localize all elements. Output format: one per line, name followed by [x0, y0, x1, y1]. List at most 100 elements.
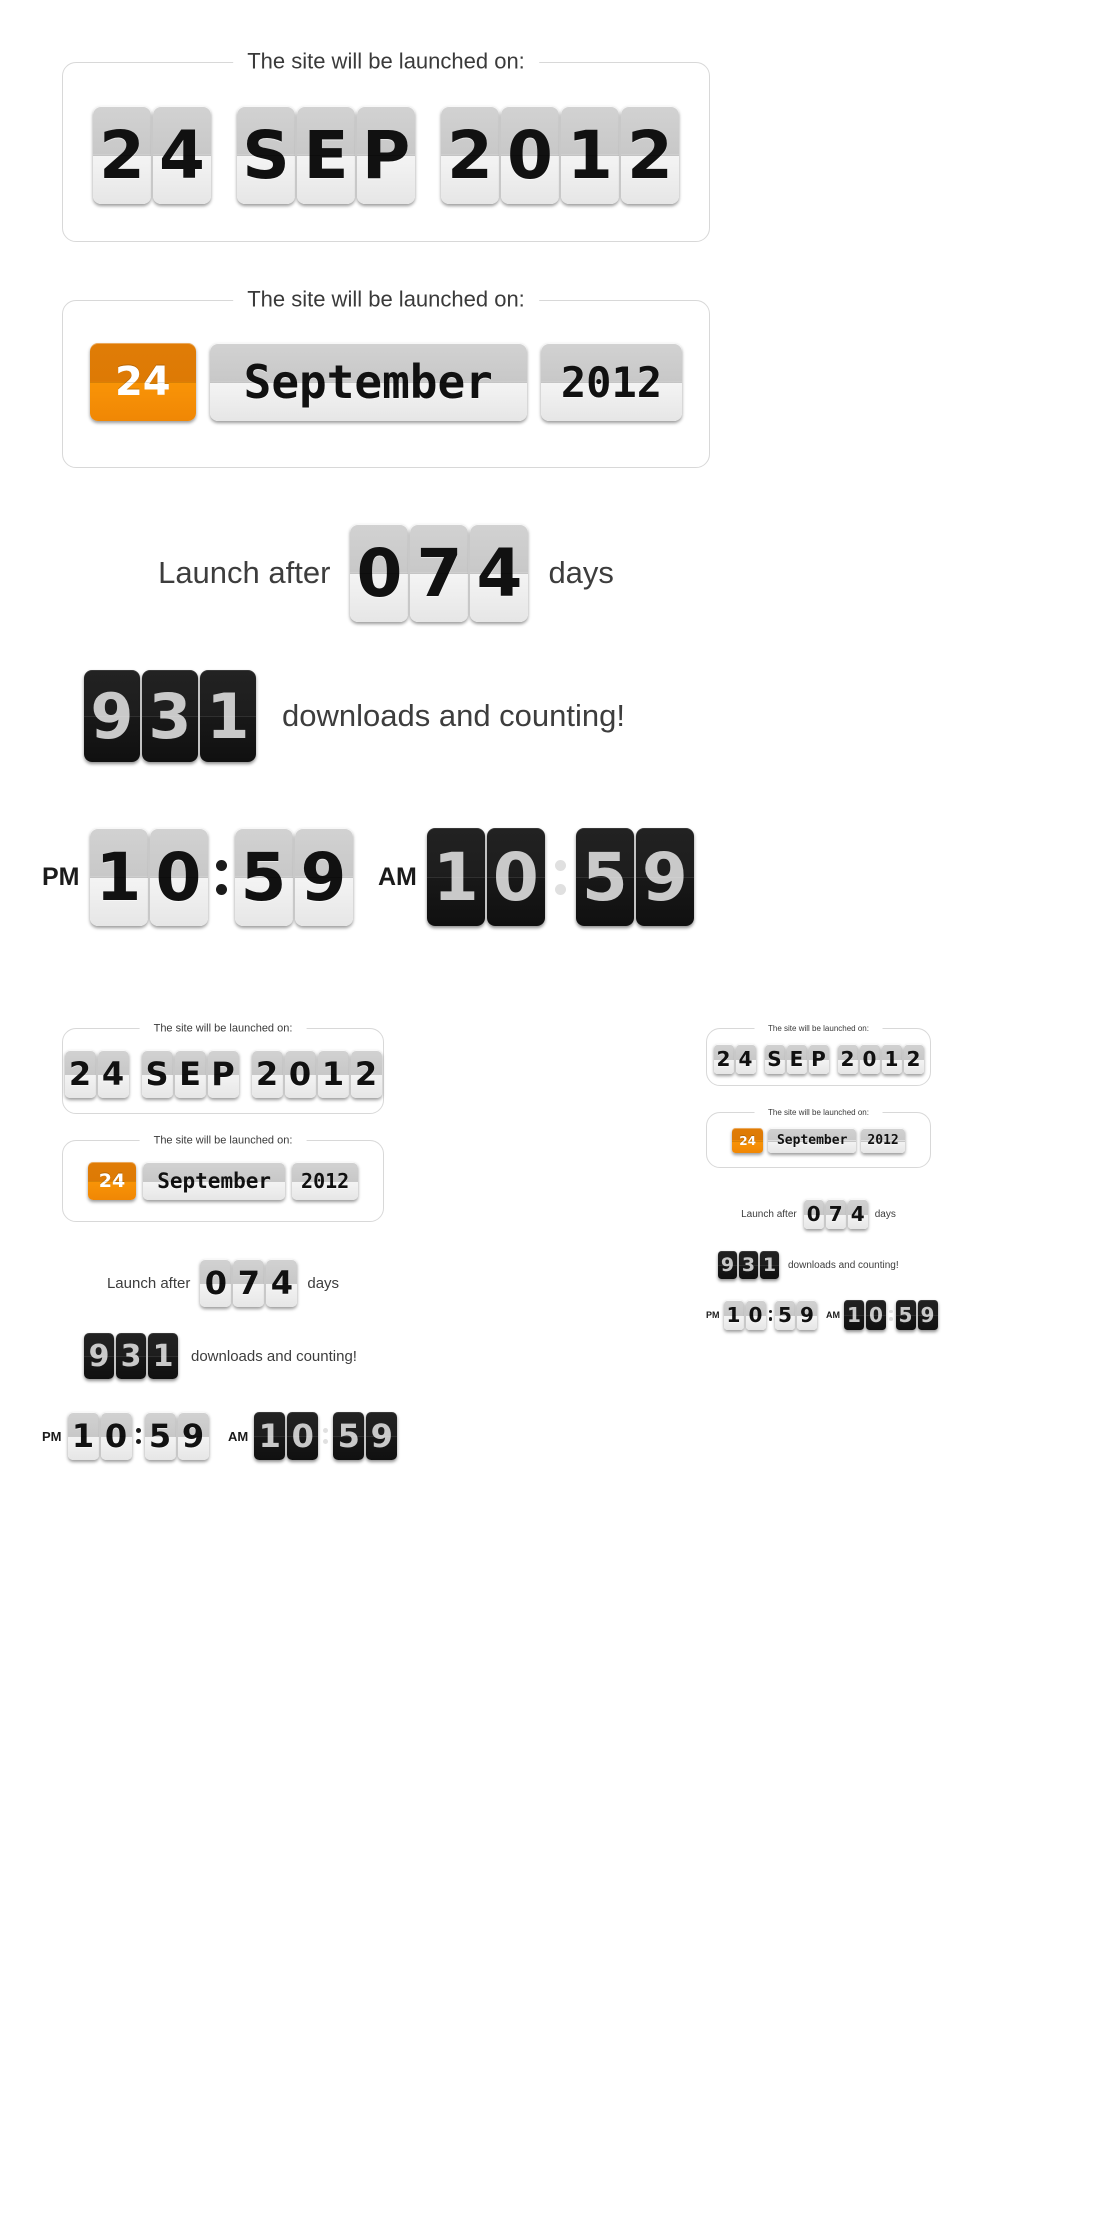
- flip-group-minutes: 5 9: [895, 1300, 938, 1330]
- panel-legend: The site will be launched on:: [754, 1024, 883, 1034]
- flip-tile-year: 2012: [292, 1162, 359, 1200]
- flip-tile: 0: [284, 1050, 316, 1098]
- flip-tile: 1: [426, 828, 485, 926]
- countdown-days-medium: Launch after 0 7 4 days: [62, 1255, 384, 1311]
- flip-tile: 5: [234, 828, 293, 926]
- downloads-label: downloads and counting!: [788, 1259, 899, 1271]
- downloads-label: downloads and counting!: [282, 698, 625, 733]
- flip-tile: 5: [775, 1300, 795, 1330]
- flip-group-hours: 1 0: [844, 1300, 886, 1330]
- flip-tile: 9: [84, 670, 140, 762]
- meridiem-label: AM: [826, 1310, 840, 1320]
- meridiem-label: AM: [378, 862, 417, 891]
- flip-group-days: 0 7 4: [200, 1259, 298, 1307]
- clock-colon: [886, 1300, 896, 1330]
- flip-tile: 3: [739, 1251, 758, 1279]
- flip-tile: 1: [561, 106, 619, 204]
- flip-tile-month: September: [143, 1162, 286, 1200]
- clock-dark-large: AM 1 0 5 9: [378, 828, 694, 926]
- flip-tile: 0: [501, 106, 559, 204]
- flip-tile: 9: [84, 1333, 114, 1379]
- flip-tile: 5: [575, 828, 634, 926]
- flip-group-days: 0 7 4: [803, 1199, 868, 1229]
- days-label: days: [548, 555, 614, 590]
- flip-group-minutes: 5 9: [333, 1412, 398, 1460]
- countdown-days-small: Launch after 0 7 4 days: [706, 1196, 931, 1232]
- flip-tile: 2: [64, 1050, 96, 1098]
- flip-tile: 1: [67, 1412, 99, 1460]
- flip-tile: 7: [825, 1199, 846, 1229]
- panel-date-short-large: The site will be launched on: 2 4 S E P …: [62, 48, 710, 242]
- downloads-counter-large: 9 3 1 downloads and counting!: [84, 666, 784, 766]
- flip-tile: 4: [97, 1050, 129, 1098]
- flip-tile: 1: [317, 1050, 349, 1098]
- panel-date-long-medium: The site will be launched on: 24 Septemb…: [62, 1134, 384, 1222]
- flip-tile: 0: [287, 1412, 319, 1460]
- flip-group-downloads: 9 3 1: [84, 1333, 178, 1379]
- flip-group-year: 2 0 1 2: [837, 1044, 924, 1074]
- flip-tile-day-highlight: 24: [89, 343, 196, 421]
- flip-tile: 5: [333, 1412, 365, 1460]
- flip-tile: 9: [917, 1300, 938, 1330]
- flip-tile: 2: [251, 1050, 283, 1098]
- flip-tile: 1: [254, 1412, 286, 1460]
- downloads-counter-small: 9 3 1 downloads and counting!: [718, 1248, 899, 1282]
- flip-group-year: 2 0 1 2: [441, 106, 679, 204]
- flip-tile: 2: [903, 1044, 924, 1074]
- flip-tile: S: [141, 1050, 173, 1098]
- clock-colon: [132, 1412, 145, 1460]
- flip-group-hours: 1 0: [89, 828, 208, 926]
- clock-light-medium: PM 1 0 5 9: [42, 1412, 209, 1460]
- flip-tile: 1: [89, 828, 148, 926]
- flip-tile: E: [297, 106, 355, 204]
- clock-light-small: PM 1 0 5 9: [706, 1300, 817, 1330]
- clock-light-large: PM 1 0 5 9: [42, 828, 353, 926]
- flip-tile: 9: [294, 828, 353, 926]
- downloads-label: downloads and counting!: [191, 1347, 357, 1365]
- clock-dark-small: AM 1 0 5 9: [826, 1300, 938, 1330]
- meridiem-label: AM: [228, 1428, 249, 1444]
- downloads-counter-medium: 9 3 1 downloads and counting!: [84, 1330, 357, 1382]
- flip-tile: 2: [93, 106, 151, 204]
- panel-date-long-small: The site will be launched on: 24 Septemb…: [706, 1108, 931, 1168]
- flip-tile-year: 2012: [540, 343, 683, 421]
- launch-after-label: Launch after: [106, 1274, 191, 1292]
- flip-group-hours: 1 0: [723, 1300, 766, 1330]
- panel-date-short-medium: The site will be launched on: 2 4 S E P …: [62, 1022, 384, 1114]
- flip-tile: 9: [366, 1412, 398, 1460]
- flip-group-hours: 1 0: [254, 1412, 319, 1460]
- flip-group-minutes: 5 9: [144, 1412, 209, 1460]
- flip-tile: P: [357, 106, 415, 204]
- flip-tile: 1: [723, 1300, 744, 1330]
- days-label: days: [874, 1208, 896, 1220]
- flip-tile: 5: [895, 1300, 916, 1330]
- flip-tile: 9: [635, 828, 694, 926]
- flip-group-day: 2 4: [64, 1050, 129, 1098]
- flip-group-days: 0 7 4: [350, 524, 529, 622]
- flip-tile: 1: [200, 670, 256, 762]
- flip-tile: 5: [144, 1412, 176, 1460]
- flip-tile: S: [237, 106, 295, 204]
- clock-colon: [208, 828, 235, 926]
- flip-tile: 0: [803, 1199, 824, 1229]
- flip-tile: 1: [881, 1044, 902, 1074]
- flip-tile: 0: [859, 1044, 880, 1074]
- panel-legend: The site will be launched on:: [754, 1108, 883, 1118]
- flip-tile: 0: [200, 1259, 232, 1307]
- days-label: days: [307, 1274, 340, 1292]
- meridiem-label: PM: [42, 1428, 62, 1444]
- flip-tile: 4: [847, 1199, 868, 1229]
- flip-group-month: S E P: [141, 1050, 239, 1098]
- flip-tile: P: [207, 1050, 239, 1098]
- flip-group-day: 2 4: [713, 1044, 756, 1074]
- flip-tile: 0: [350, 524, 409, 622]
- meridiem-label: PM: [42, 862, 80, 891]
- flip-tile-day-highlight: 24: [732, 1128, 763, 1153]
- clock-colon: [766, 1300, 776, 1330]
- flip-tile: 4: [266, 1259, 298, 1307]
- flip-group-day: 2 4: [93, 106, 211, 204]
- flip-tile: 2: [350, 1050, 382, 1098]
- flip-tile: 9: [718, 1251, 737, 1279]
- clock-colon: [545, 828, 576, 926]
- flip-tile: 4: [735, 1044, 756, 1074]
